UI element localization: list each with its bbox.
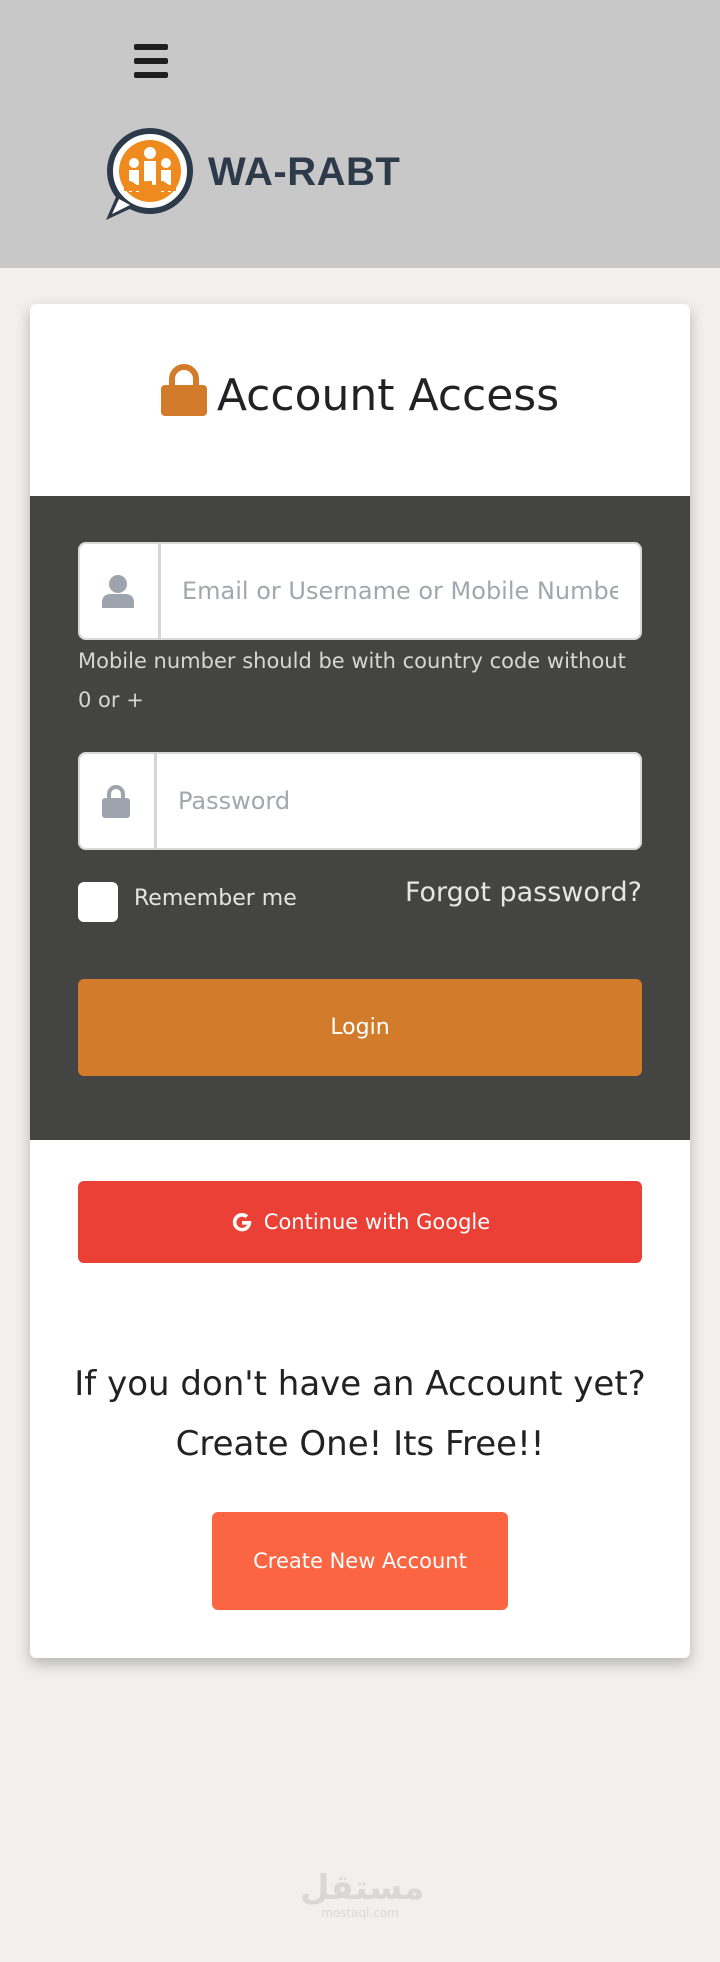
- password-addon: [78, 752, 157, 850]
- hamburger-menu-icon[interactable]: [130, 42, 174, 80]
- identifier-input-group: [78, 542, 642, 640]
- signup-prompt: If you don't have an Account yet? Create…: [30, 1354, 690, 1474]
- card-title: Account Access: [30, 364, 690, 421]
- signup-prompt-line1: If you don't have an Account yet?: [74, 1364, 646, 1404]
- watermark-latin: mostaql.com: [321, 1906, 399, 1920]
- lock-field-icon: [102, 785, 130, 818]
- google-signin-button[interactable]: Continue with Google: [78, 1181, 642, 1263]
- google-icon: [232, 1213, 252, 1232]
- login-button[interactable]: Login: [78, 979, 642, 1076]
- card-header: Account Access: [30, 304, 690, 496]
- google-button-label: Continue with Google: [263, 1210, 491, 1234]
- remember-me-label: Remember me: [134, 886, 297, 911]
- mobile-hint-text: Mobile number should be with country cod…: [78, 649, 626, 712]
- password-input[interactable]: [178, 752, 614, 850]
- identifier-input[interactable]: [182, 542, 618, 640]
- wa-rabt-logo: [106, 128, 193, 220]
- create-account-button[interactable]: Create New Account: [212, 1512, 508, 1610]
- mostaql-watermark: مستقل mostaql.com: [300, 1868, 425, 1920]
- top-header: WA-RABT: [0, 0, 720, 268]
- login-form-panel: Mobile number should be with country cod…: [30, 496, 690, 1140]
- lock-icon: [160, 364, 207, 416]
- identifier-addon: [78, 542, 161, 640]
- forgot-password-link[interactable]: Forgot password?: [405, 877, 642, 908]
- remember-me-checkbox[interactable]: [78, 882, 118, 922]
- brand-name: WA-RABT: [208, 150, 401, 194]
- login-card: Account Access Mobile number should be w…: [30, 304, 690, 1658]
- user-icon: [102, 575, 134, 608]
- watermark-arabic: مستقل: [300, 1868, 425, 1908]
- card-title-text: Account Access: [216, 370, 560, 421]
- password-input-group: [78, 752, 642, 850]
- signup-prompt-line2: Create One! Its Free!!: [175, 1424, 545, 1464]
